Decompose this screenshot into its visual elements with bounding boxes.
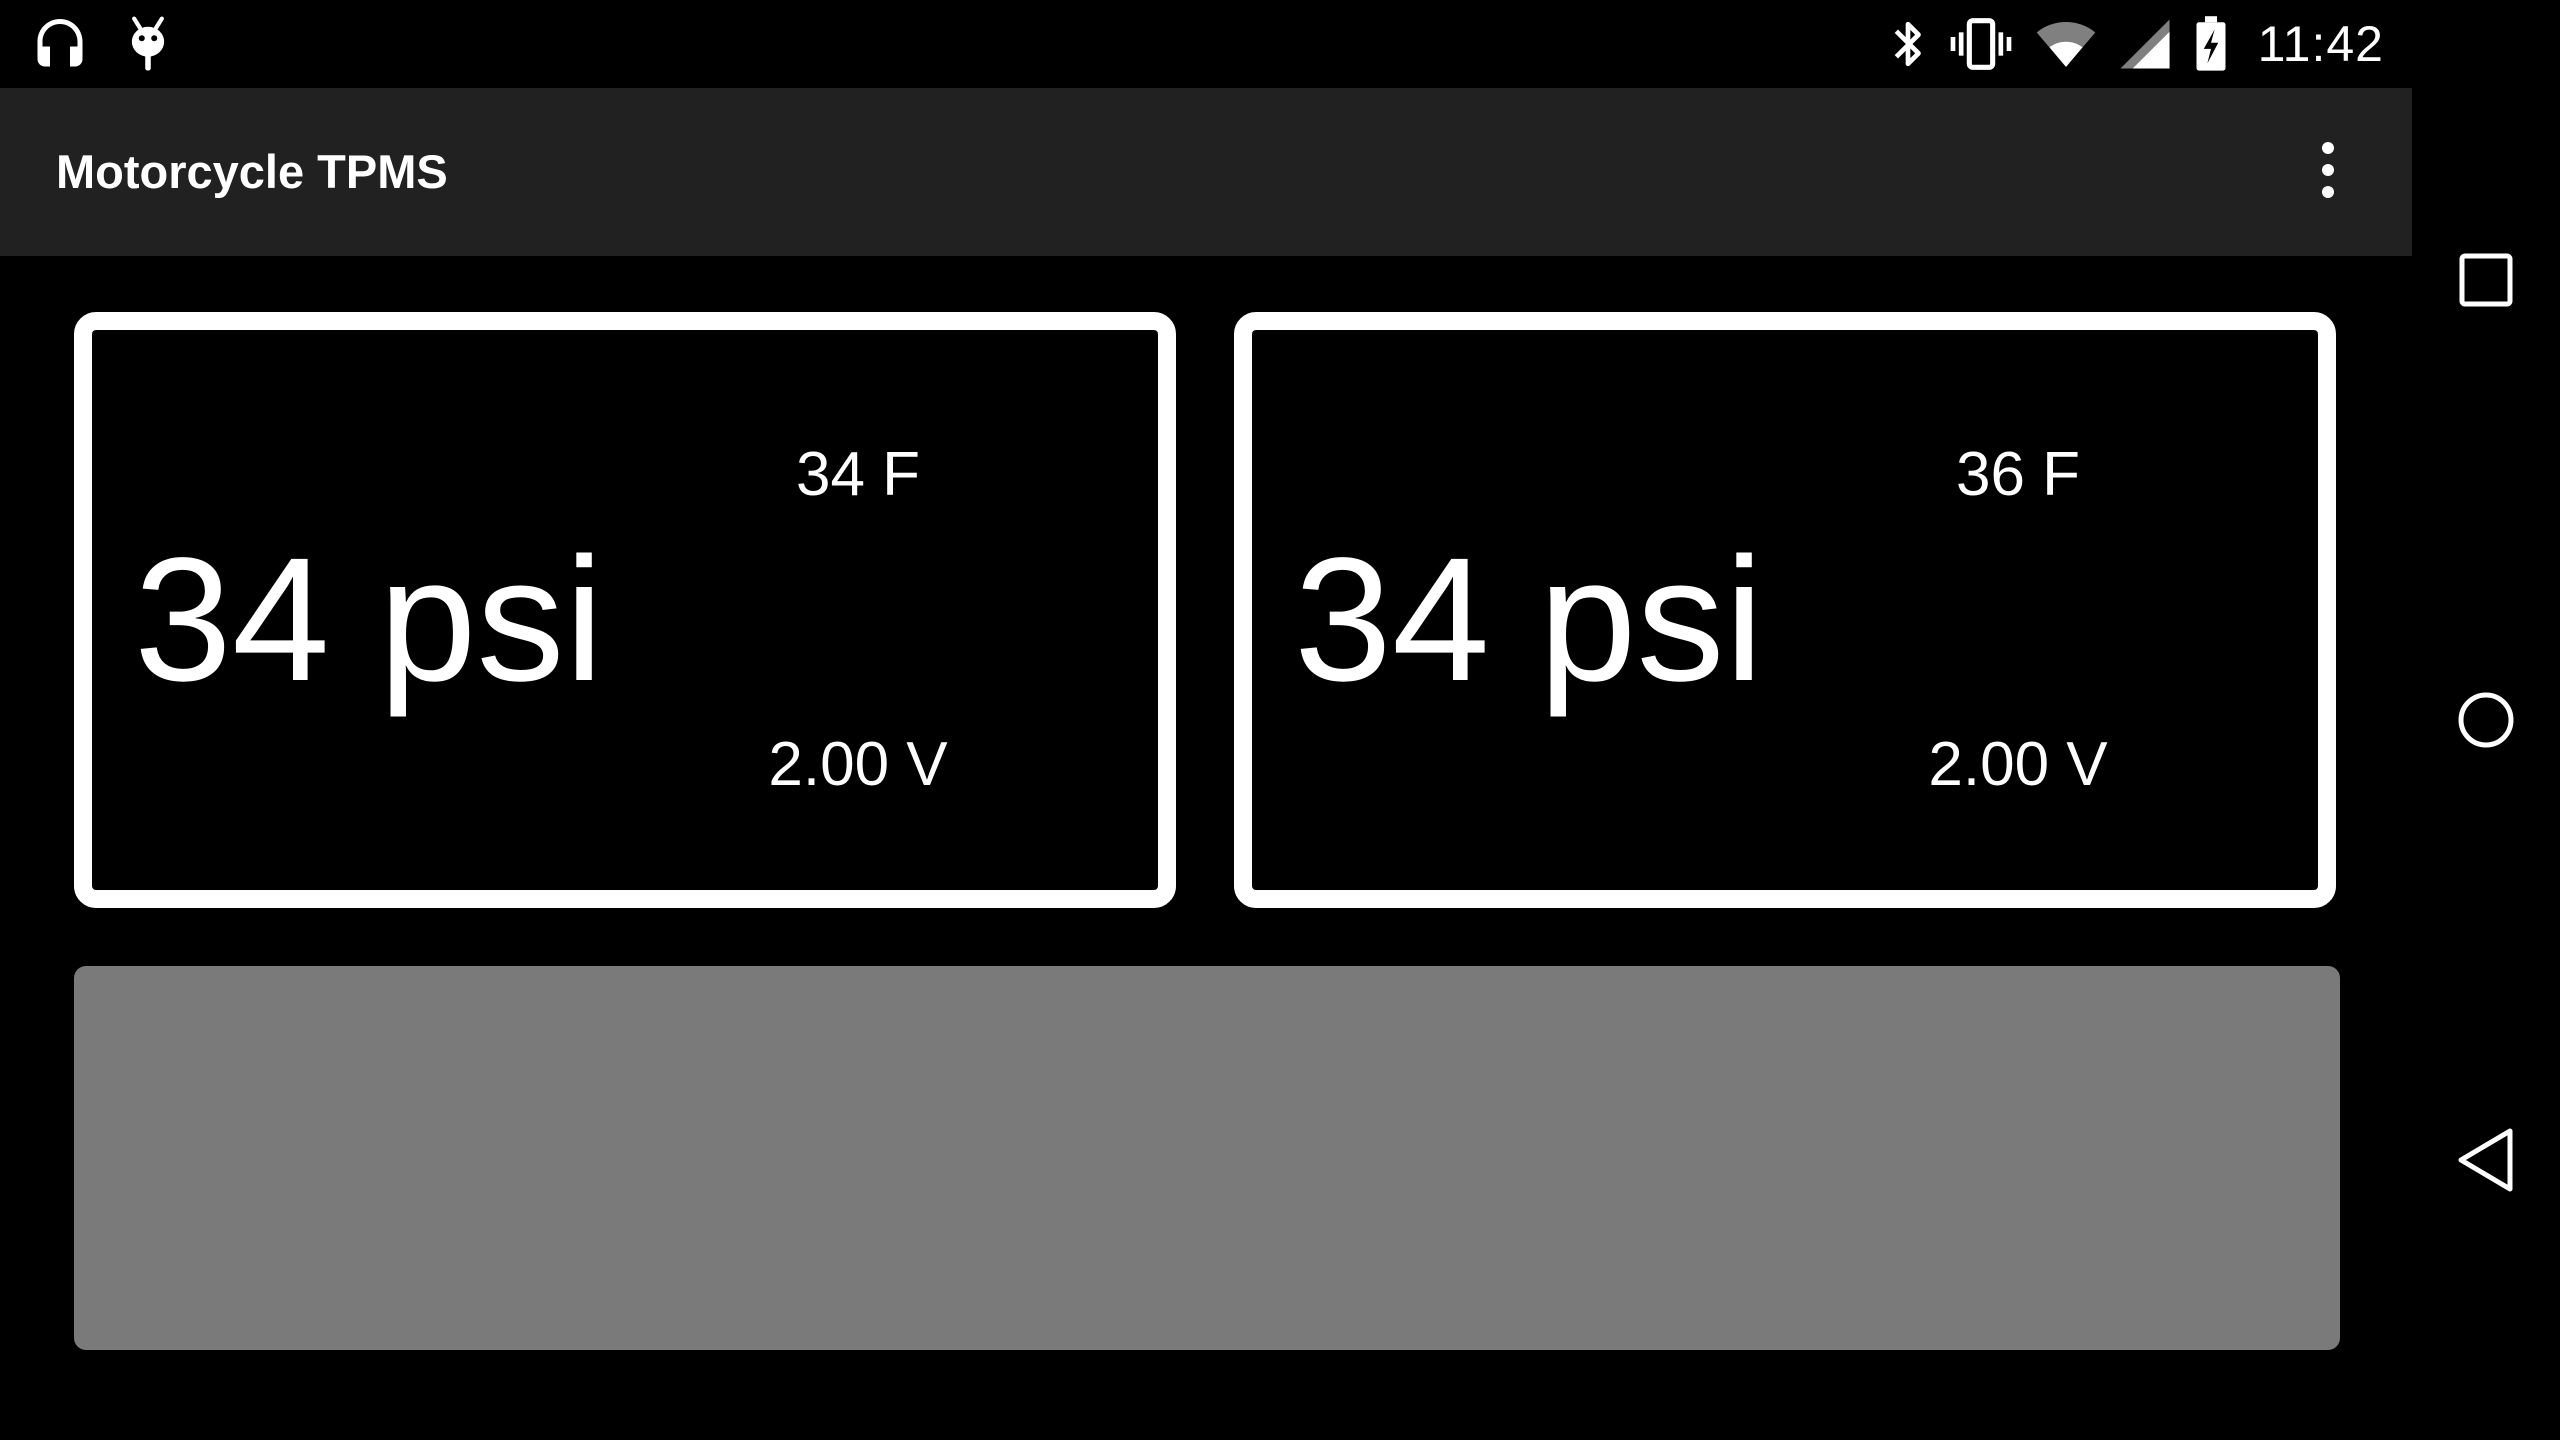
home-icon (2456, 690, 2516, 750)
overflow-menu-icon (2318, 138, 2338, 207)
tire-temperature: 34 F (795, 440, 921, 509)
app-title: Motorcycle TPMS (56, 145, 448, 198)
sensor-voltage: 2.00 V (768, 730, 948, 799)
status-notification-icons (30, 14, 176, 74)
app-bar: Motorcycle TPMS (0, 88, 2412, 256)
recents-button[interactable] (2412, 210, 2560, 350)
headset-icon (30, 14, 90, 74)
vibrate-icon (1948, 16, 2014, 72)
info-panel (74, 966, 2340, 1350)
status-system-icons: 11:42 (1888, 14, 2384, 74)
battery-charging-icon (2192, 15, 2230, 73)
tire-pressure: 34 psi (1294, 522, 1764, 718)
status-clock: 11:42 (2257, 16, 2384, 72)
recents-icon (2458, 252, 2514, 308)
android-debug-icon (120, 14, 176, 74)
overflow-menu-button[interactable] (2296, 140, 2360, 204)
rear-tire-card[interactable]: 36 F 34 psi 2.00 V (1234, 312, 2336, 908)
back-icon (2456, 1127, 2516, 1193)
front-tire-card[interactable]: 34 F 34 psi 2.00 V (74, 312, 1176, 908)
home-button[interactable] (2412, 650, 2560, 790)
status-bar: 11:42 (0, 0, 2412, 88)
bluetooth-icon (1888, 16, 1928, 72)
sensor-voltage: 2.00 V (1928, 730, 2108, 799)
tire-pressure: 34 psi (134, 522, 604, 718)
main-content: 34 F 34 psi 2.00 V 36 F 34 psi 2.00 V (0, 256, 2412, 1440)
navigation-bar (2412, 0, 2560, 1440)
wifi-icon (2034, 16, 2098, 72)
tire-temperature: 36 F (1955, 440, 2081, 509)
cell-signal-icon (2118, 16, 2172, 72)
back-button[interactable] (2412, 1090, 2560, 1230)
